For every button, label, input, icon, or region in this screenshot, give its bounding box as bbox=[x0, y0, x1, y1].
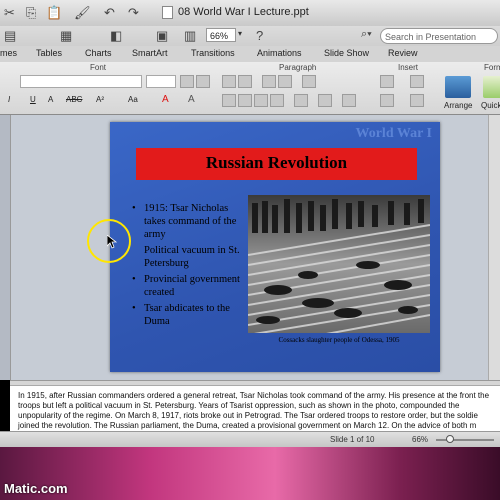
columns-icon[interactable] bbox=[318, 94, 332, 107]
ribbon-tabs: mes Tables Charts SmartArt Transitions A… bbox=[0, 46, 500, 63]
bullets-icon[interactable] bbox=[222, 75, 236, 88]
bullet-item: Tsar abdicates to the Duma bbox=[132, 302, 250, 328]
line-spacing-icon[interactable] bbox=[302, 75, 316, 88]
increase-indent-icon[interactable] bbox=[278, 75, 292, 88]
picture-icon[interactable] bbox=[410, 75, 424, 88]
highlight-icon[interactable]: A bbox=[188, 94, 195, 105]
align-right-icon[interactable] bbox=[254, 94, 268, 107]
help-icon[interactable]: ? bbox=[256, 26, 263, 46]
strikethrough-icon[interactable]: ABC bbox=[66, 95, 82, 104]
decrease-indent-icon[interactable] bbox=[262, 75, 276, 88]
search-icon[interactable]: ⌕▾ bbox=[361, 28, 372, 41]
paste-icon[interactable]: 📋 bbox=[46, 3, 62, 23]
bullet-item: Political vacuum in St. Petersburg bbox=[144, 245, 240, 269]
insert-group-label: Insert bbox=[398, 63, 419, 72]
shrink-font-icon[interactable] bbox=[196, 75, 210, 88]
redo-icon[interactable]: ↷ bbox=[128, 3, 139, 23]
align-left-icon[interactable] bbox=[222, 94, 236, 107]
search-input[interactable]: Search in Presentation bbox=[380, 28, 498, 44]
notes-pane[interactable]: In 1915, after Russian commanders ordere… bbox=[10, 385, 500, 432]
font-size-dropdown[interactable] bbox=[146, 75, 176, 88]
grow-font-icon[interactable] bbox=[180, 75, 194, 88]
text-direction-icon[interactable] bbox=[294, 94, 308, 107]
cut-icon[interactable]: ✂ bbox=[4, 3, 15, 23]
arrange-label[interactable]: Arrange bbox=[444, 101, 472, 110]
tab-slide-show[interactable]: Slide Show bbox=[324, 48, 369, 58]
bullet-item: 1915: Tsar Nicholas takes command of the… bbox=[132, 202, 250, 241]
desktop-background: Matic.com bbox=[0, 447, 500, 500]
slide-count: Slide 1 of 10 bbox=[330, 435, 375, 444]
align-text-icon[interactable] bbox=[342, 94, 356, 107]
shapes-icon[interactable]: ◧ bbox=[110, 26, 122, 46]
font-group-label: Font bbox=[90, 63, 107, 72]
bullet-list[interactable]: 1915: Tsar Nicholas takes command of the… bbox=[132, 202, 250, 331]
shadow-icon[interactable]: A bbox=[48, 95, 53, 104]
tab-tables[interactable]: Tables bbox=[36, 48, 62, 58]
title-placeholder[interactable]: Russian Revolution bbox=[136, 148, 417, 180]
brand-watermark: Matic.com bbox=[4, 481, 68, 496]
align-center-icon[interactable] bbox=[238, 94, 252, 107]
arrange-icon[interactable] bbox=[445, 76, 471, 98]
change-case-icon[interactable]: Aa bbox=[128, 95, 138, 104]
zoom-slider-thumb[interactable] bbox=[446, 435, 454, 443]
paragraph-group-label: Paragraph bbox=[279, 63, 317, 72]
status-zoom-value: 66% bbox=[412, 435, 429, 444]
slide-canvas[interactable]: World War I Russian Revolution 1915: Tsa… bbox=[110, 122, 440, 372]
slide-thumbnails-pane[interactable] bbox=[0, 115, 11, 380]
new-slide-icon[interactable]: ▤ bbox=[4, 26, 16, 46]
shape-icon[interactable] bbox=[380, 94, 394, 107]
format-painter-icon[interactable]: 🖌 bbox=[74, 3, 91, 23]
slide-title: Russian Revolution bbox=[205, 153, 348, 172]
tab-charts[interactable]: Charts bbox=[85, 48, 112, 58]
text-box-icon[interactable] bbox=[380, 75, 394, 88]
ribbon: Font Paragraph Insert Form I U A ABC A² … bbox=[0, 62, 500, 115]
window-title: 08 World War I Lecture.ppt bbox=[178, 6, 309, 18]
vertical-scrollbar[interactable] bbox=[488, 115, 500, 380]
status-bar: Slide 1 of 10 66% bbox=[0, 431, 500, 448]
numbering-icon[interactable] bbox=[238, 75, 252, 88]
tab-animations[interactable]: Animations bbox=[257, 48, 302, 58]
quick-styles-icon[interactable] bbox=[483, 76, 500, 98]
superscript-icon[interactable]: A² bbox=[96, 95, 104, 104]
odessa-steps-photo[interactable] bbox=[248, 195, 430, 333]
underline-icon[interactable]: U bbox=[30, 95, 36, 104]
zoom-dropdown-icon[interactable]: ▾ bbox=[238, 29, 242, 38]
tab-transitions[interactable]: Transitions bbox=[191, 48, 235, 58]
mouse-pointer-icon bbox=[107, 235, 117, 249]
undo-icon[interactable]: ↶ bbox=[104, 3, 115, 23]
tab-smartart[interactable]: SmartArt bbox=[132, 48, 168, 58]
italic-icon[interactable]: I bbox=[8, 95, 10, 104]
tab-themes[interactable]: mes bbox=[0, 48, 17, 58]
copy-icon[interactable]: ⎘ bbox=[26, 3, 36, 23]
title-bar: ✂ ⎘ 📋 🖌 ↶ ↷ 08 World War I Lecture.ppt bbox=[0, 0, 500, 27]
slide-watermark: World War I bbox=[355, 126, 432, 141]
gallery-icon[interactable]: ▣ bbox=[156, 26, 168, 46]
document-icon bbox=[162, 6, 173, 19]
font-name-dropdown[interactable] bbox=[20, 75, 142, 88]
justify-icon[interactable] bbox=[270, 94, 284, 107]
table-icon[interactable]: ▦ bbox=[60, 26, 72, 46]
media-insert-icon[interactable] bbox=[410, 94, 424, 107]
zoom-input[interactable]: 66% bbox=[206, 28, 236, 42]
zoom-slider-track[interactable] bbox=[436, 439, 494, 441]
notes-text: In 1915, after Russian commanders ordere… bbox=[18, 391, 490, 430]
quick-styles-label[interactable]: Quick bbox=[481, 101, 500, 110]
format-group-label: Form bbox=[484, 63, 500, 72]
media-icon[interactable]: ▥ bbox=[184, 26, 196, 46]
photo-caption: Cossacks slaughter people of Odessa, 190… bbox=[278, 336, 400, 344]
standard-toolbar: ▤ ▦ ◧ ▣ ▥ 66% ▾ ? ⌕▾ Search in Presentat… bbox=[0, 26, 500, 46]
font-color-icon[interactable]: A bbox=[162, 94, 169, 105]
tab-review[interactable]: Review bbox=[388, 48, 418, 58]
bullet-item: Provincial government created bbox=[132, 273, 250, 299]
